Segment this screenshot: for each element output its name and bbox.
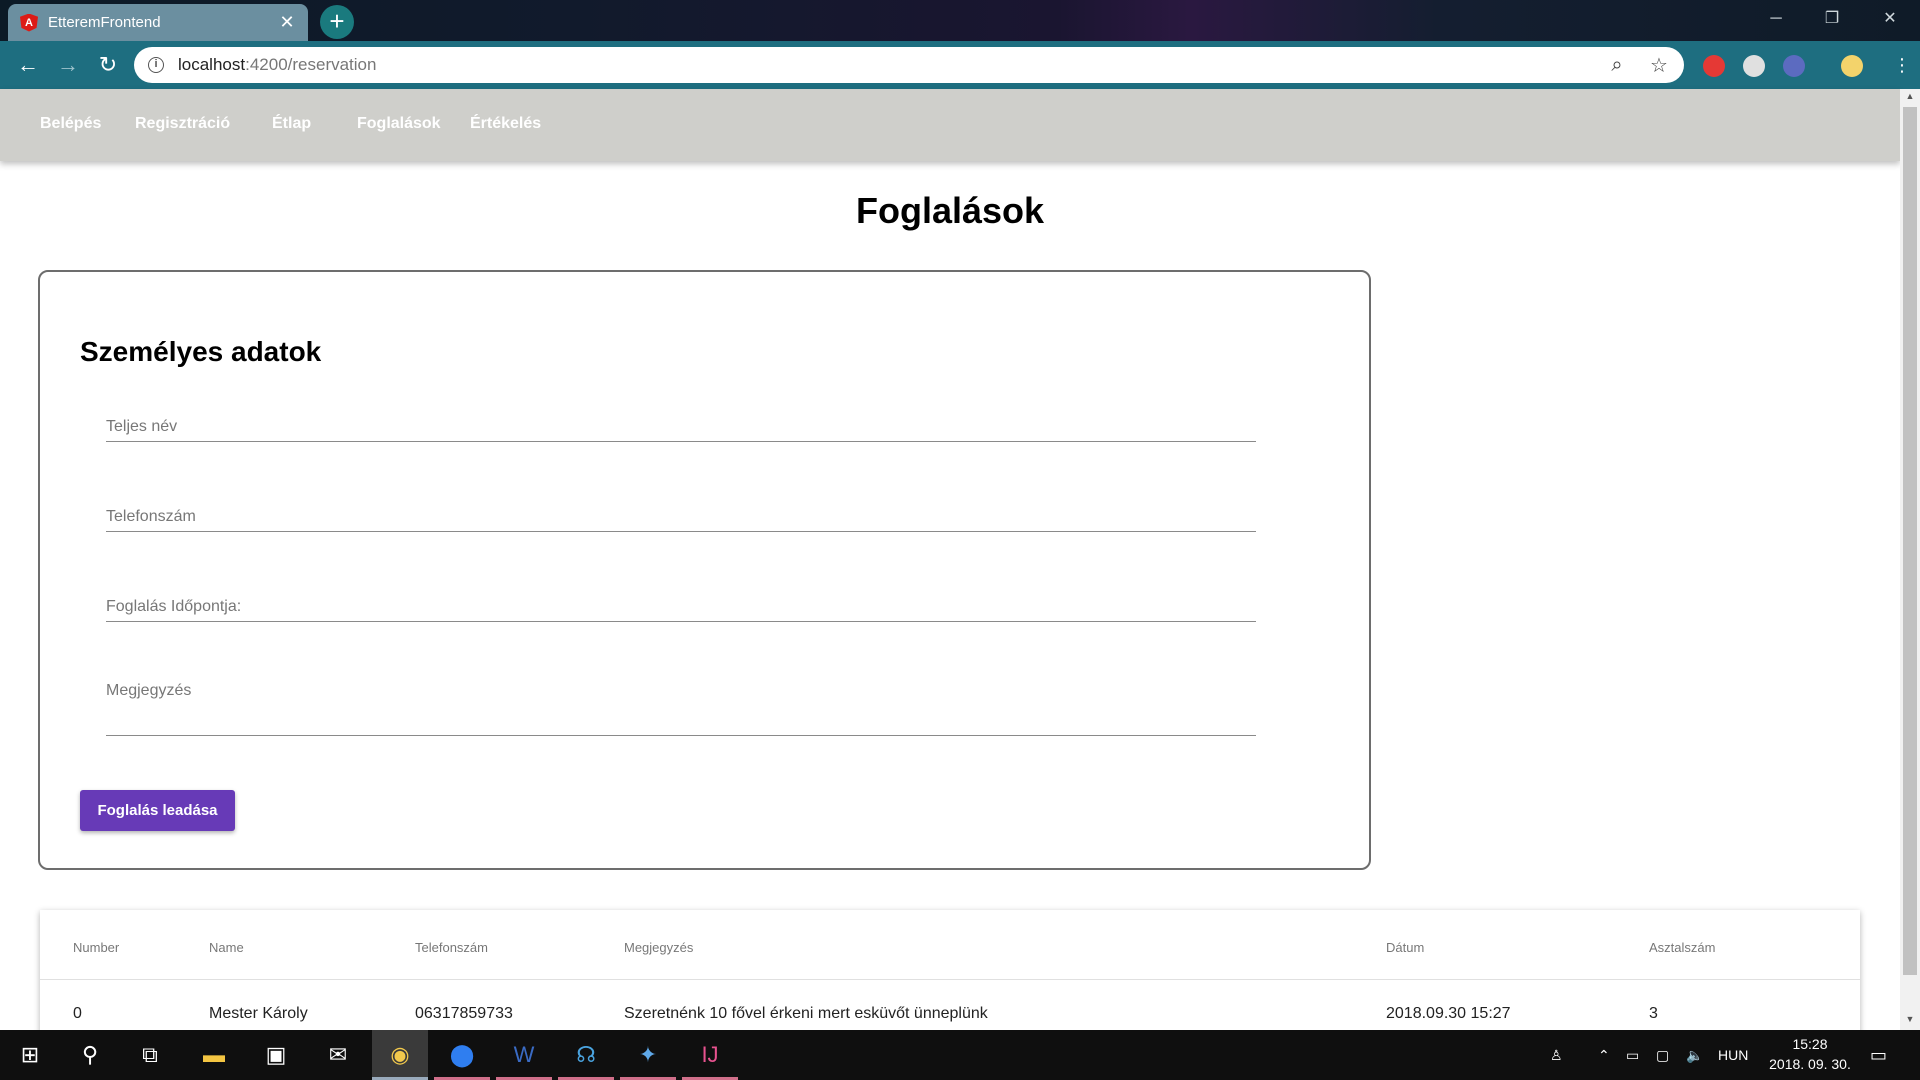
cell-note: Szeretnénk 10 fővel érkeni mert esküvőt … (624, 1005, 988, 1022)
headset-icon[interactable]: ☊ (558, 1030, 614, 1080)
word-icon[interactable]: W (496, 1030, 552, 1080)
note-textarea[interactable] (106, 672, 1256, 735)
nav-menu[interactable]: Étlap (272, 115, 311, 133)
col-note[interactable]: Megjegyzés (624, 940, 693, 955)
search-icon[interactable]: ⚲ (62, 1030, 118, 1080)
info-icon[interactable]: i (148, 57, 164, 73)
nav-login[interactable]: Belépés (40, 115, 101, 133)
datetime-field (106, 582, 1256, 622)
restore-icon[interactable]: ❐ (1804, 0, 1860, 41)
forward-icon[interactable]: → (52, 49, 84, 81)
cell-number: 0 (73, 1005, 82, 1022)
tab-title: EtteremFrontend (48, 14, 161, 31)
extension-grey-icon[interactable] (1743, 55, 1765, 77)
maps-icon[interactable]: ⬤ (434, 1030, 490, 1080)
reservation-form-card: Személyes adatok Foglalás leadása (38, 270, 1371, 870)
windows-taskbar: ⊞ ⚲ ⧉ ▬ ▣ ✉ ◉ ⬤ W ☊ ✦ IJ ♙ ⌃ ▭ ▢ 🔈 HUN 1… (0, 1030, 1920, 1080)
datetime-input[interactable] (106, 582, 1256, 621)
intellij-icon[interactable]: IJ (682, 1030, 738, 1080)
browser-toolbar: ← → ↻ i localhost :4200/reservation ⌕ ☆ … (0, 41, 1920, 89)
reload-icon[interactable]: ↻ (92, 49, 124, 81)
section-title: Személyes adatok (80, 336, 322, 367)
col-phone[interactable]: Telefonszám (415, 940, 488, 955)
col-table-number[interactable]: Asztalszám (1649, 940, 1715, 955)
menu-icon[interactable]: ⋮ (1886, 49, 1918, 81)
clock-date: 2018. 09. 30. (1769, 1056, 1851, 1072)
back-icon[interactable]: ← (12, 49, 44, 81)
full-name-field (106, 402, 1256, 442)
minimize-icon[interactable]: ─ (1748, 0, 1804, 41)
scroll-up-icon[interactable]: ▲ (1900, 91, 1920, 101)
file-explorer-icon[interactable]: ▬ (186, 1030, 242, 1080)
submit-reservation-button[interactable]: Foglalás leadása (80, 790, 235, 831)
url-path: :4200/reservation (245, 55, 377, 74)
nav-reviews[interactable]: Értékelés (470, 115, 541, 133)
note-field (106, 672, 1256, 736)
nav-register[interactable]: Regisztráció (135, 115, 230, 133)
cell-table-number: 3 (1649, 1005, 1658, 1022)
mail-icon[interactable]: ✉ (310, 1030, 366, 1080)
people-icon[interactable]: ♙ (1550, 1030, 1563, 1080)
angular-icon: A (20, 13, 38, 32)
page-scrollbar[interactable]: ▲ ▼ (1900, 89, 1920, 1030)
col-date[interactable]: Dátum (1386, 940, 1424, 955)
cell-name: Mester Károly (209, 1005, 308, 1022)
notifications-icon[interactable]: ▭ (1870, 1030, 1887, 1080)
clock[interactable]: 15:28 2018. 09. 30. (1760, 1034, 1860, 1074)
table-header-row: Number Name Telefonszám Megjegyzés Dátum… (40, 910, 1860, 980)
battery-icon[interactable]: ▭ (1626, 1030, 1639, 1080)
browser-tab[interactable]: A EtteremFrontend ✕ (8, 4, 308, 41)
scroll-down-icon[interactable]: ▼ (1900, 1014, 1920, 1024)
new-tab-button[interactable]: + (320, 5, 354, 39)
phone-input[interactable] (106, 492, 1256, 531)
language-indicator[interactable]: HUN (1718, 1030, 1748, 1080)
windows-start-icon[interactable]: ⊞ (2, 1030, 58, 1080)
nav-reservations[interactable]: Foglalások (357, 115, 441, 133)
clock-time: 15:28 (1792, 1036, 1828, 1052)
reservations-table: Number Name Telefonszám Megjegyzés Dátum… (40, 910, 1860, 1040)
star-icon[interactable]: ☆ (1648, 53, 1670, 78)
col-number[interactable]: Number (73, 940, 119, 955)
network-icon[interactable]: ▢ (1656, 1030, 1669, 1080)
scrollbar-thumb[interactable] (1903, 107, 1917, 975)
volume-icon[interactable]: 🔈 (1686, 1030, 1703, 1080)
close-window-icon[interactable]: ✕ (1862, 0, 1918, 41)
phone-field (106, 492, 1256, 532)
dev-tool-icon[interactable]: ✦ (620, 1030, 676, 1080)
extension-red-icon[interactable] (1703, 55, 1725, 77)
full-name-input[interactable] (106, 402, 1256, 441)
chrome-icon[interactable]: ◉ (372, 1030, 428, 1080)
store-icon[interactable]: ▣ (248, 1030, 304, 1080)
address-bar[interactable]: i localhost :4200/reservation ⌕ ☆ (134, 47, 1684, 83)
browser-titlebar: A EtteremFrontend ✕ + ─ ❐ ✕ (0, 0, 1920, 41)
profile-avatar-icon[interactable] (1841, 55, 1863, 77)
app-navbar: Belépés Regisztráció Étlap Foglalások Ér… (0, 89, 1900, 161)
col-name[interactable]: Name (209, 940, 244, 955)
tray-chevron-icon[interactable]: ⌃ (1598, 1030, 1610, 1080)
cell-date: 2018.09.30 15:27 (1386, 1005, 1511, 1022)
zoom-icon[interactable]: ⌕ (1606, 54, 1628, 77)
close-tab-icon[interactable]: ✕ (278, 12, 296, 33)
extension-purple-icon[interactable] (1783, 55, 1805, 77)
task-view-icon[interactable]: ⧉ (122, 1030, 178, 1080)
url-host: localhost (178, 55, 246, 74)
page-title: Foglalások (855, 190, 1045, 231)
cell-phone: 06317859733 (415, 1005, 513, 1022)
